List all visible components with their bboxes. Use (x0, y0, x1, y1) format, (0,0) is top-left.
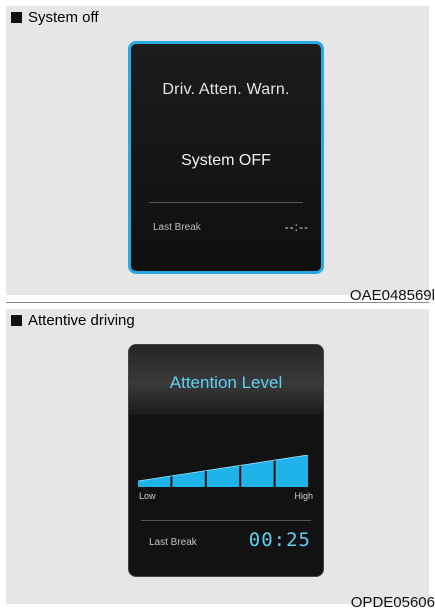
screen-divider (141, 520, 311, 521)
gauge-high-label: High (294, 491, 313, 501)
screen-divider (149, 202, 303, 203)
attentive-driving-heading-text: Attentive driving (28, 312, 135, 329)
attention-level-title: Attention Level (169, 373, 283, 392)
driver-attention-warning-title: Driv. Atten. Warn. (162, 81, 290, 98)
last-break-value: --:-- (284, 220, 309, 234)
gauge-segment (275, 455, 308, 487)
gauge-segment (138, 476, 171, 487)
gauge-low-label: Low (139, 491, 156, 501)
section-divider (6, 302, 429, 303)
figure-code-bottom: OPDE05606 (350, 594, 435, 610)
square-bullet-icon (11, 12, 22, 23)
gauge-segment (206, 465, 240, 487)
last-break-label: Last Break (149, 537, 197, 548)
last-break-label: Last Break (153, 222, 201, 233)
system-off-heading-text: System off (28, 9, 99, 26)
system-off-cluster-screen: Driv. Atten. Warn. System OFF Last Break… (128, 41, 324, 274)
attentive-driving-cluster-screen: Attention Level Low High Last Break 00:2… (128, 344, 324, 577)
system-status-text: System OFF (181, 152, 271, 169)
attention-level-gauge (138, 455, 308, 487)
square-bullet-icon (11, 315, 22, 326)
attentive-driving-heading: Attentive driving (11, 312, 135, 329)
last-break-value: 00:25 (248, 529, 311, 551)
system-off-heading: System off (11, 9, 99, 26)
